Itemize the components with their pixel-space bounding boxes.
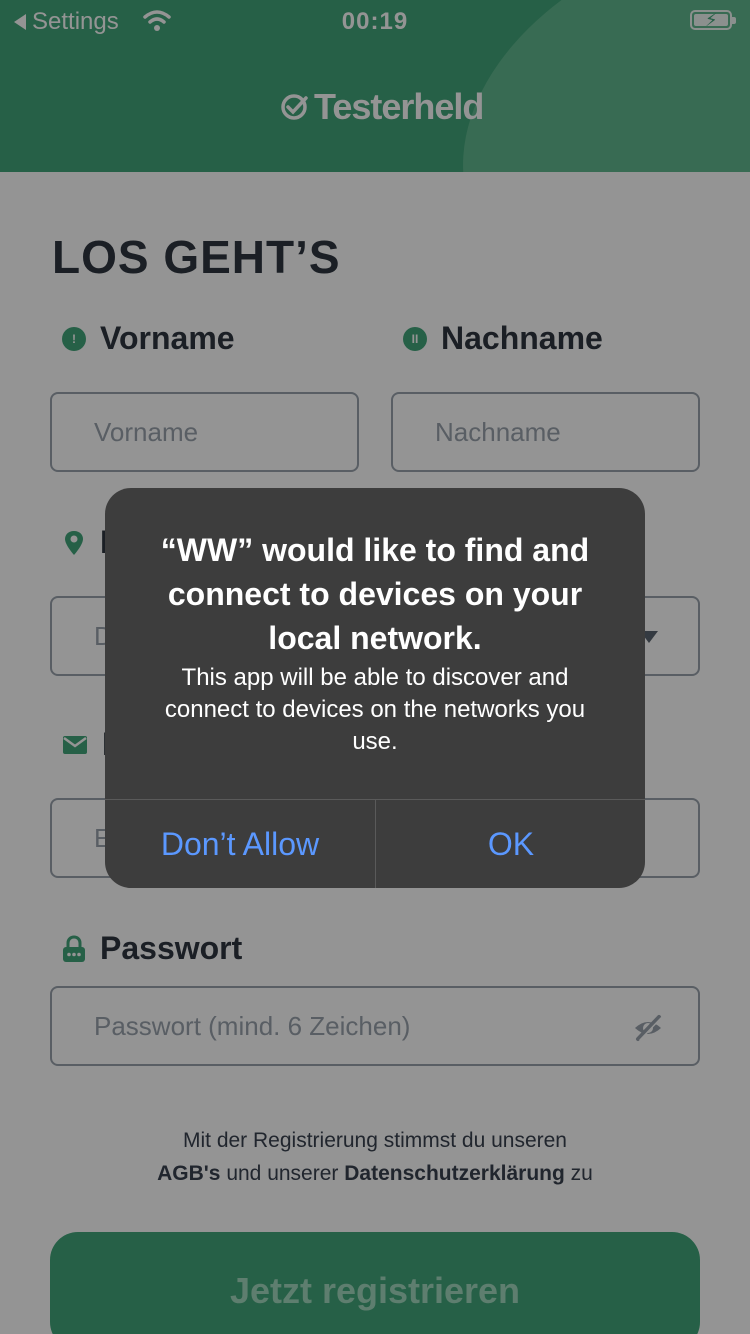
alert-title: “WW” would like to find and connect to d… [160,532,590,656]
permission-alert: “WW” would like to find and connect to d… [105,488,645,888]
dont-allow-button[interactable]: Don’t Allow [105,800,375,888]
app-screen: Settings 00:19 ⚡ Testerheld LOS GEHT’S !… [0,0,750,1334]
ok-button[interactable]: OK [376,800,645,888]
alert-message: This app will be able to discover and co… [164,664,586,755]
